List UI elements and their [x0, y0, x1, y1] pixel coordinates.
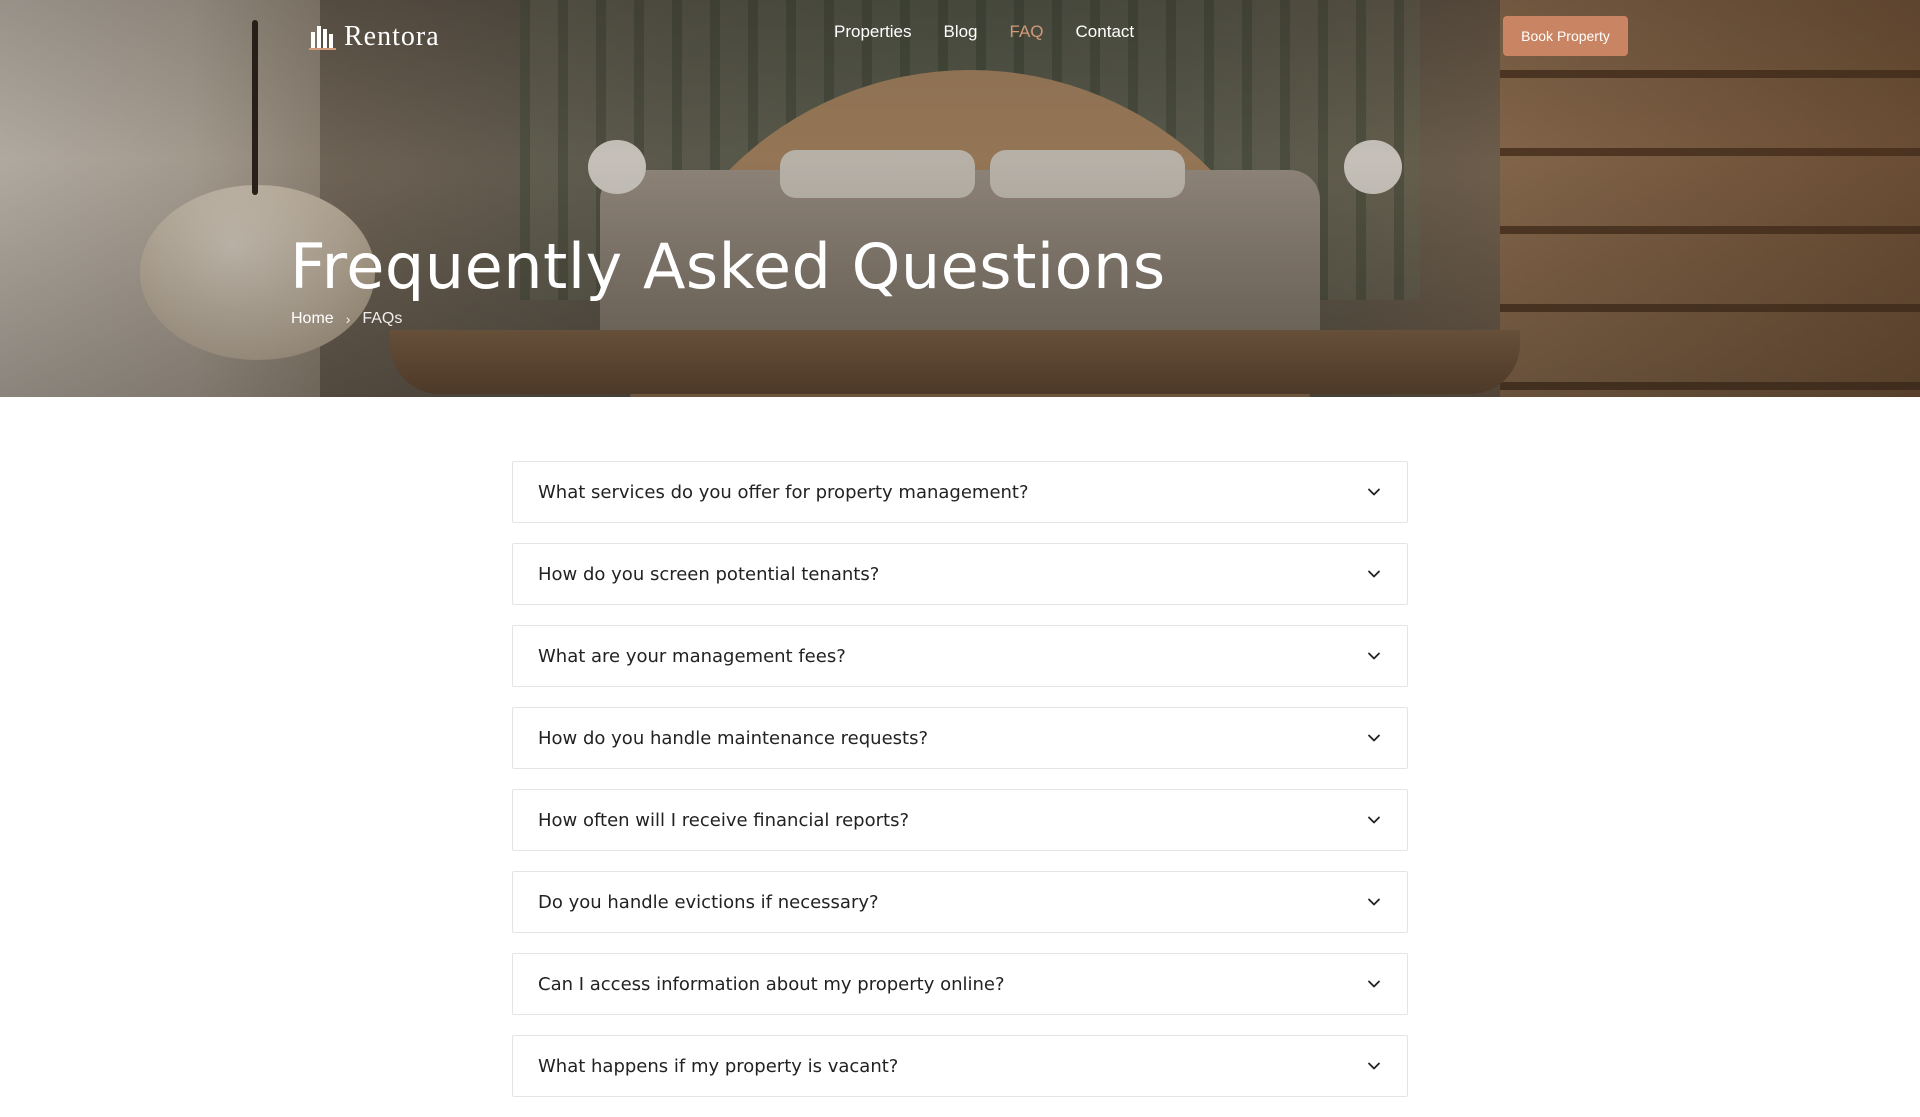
chevron-down-icon[interactable]: [1366, 730, 1382, 746]
nav-links: Properties Blog FAQ Contact: [834, 22, 1134, 42]
faq-item[interactable]: What services do you offer for property …: [512, 461, 1408, 523]
nav-link-contact[interactable]: Contact: [1076, 22, 1135, 42]
page-title: Frequently Asked Questions: [290, 230, 1166, 303]
chevron-down-icon[interactable]: [1366, 1058, 1382, 1074]
breadcrumb-separator-icon: ›: [345, 311, 351, 327]
faq-question: What are your management fees?: [538, 645, 846, 667]
buildings-logo-icon: [308, 22, 338, 52]
faq-question: What services do you offer for property …: [538, 481, 1029, 503]
faq-item[interactable]: How do you screen potential tenants?: [512, 543, 1408, 605]
nav-link-blog[interactable]: Blog: [943, 22, 977, 42]
faq-item[interactable]: What happens if my property is vacant?: [512, 1035, 1408, 1097]
chevron-down-icon[interactable]: [1366, 648, 1382, 664]
chevron-down-icon[interactable]: [1366, 976, 1382, 992]
faq-question: How do you handle maintenance requests?: [538, 727, 929, 749]
chevron-down-icon[interactable]: [1366, 894, 1382, 910]
faq-question: How do you screen potential tenants?: [538, 563, 880, 585]
faq-item[interactable]: How often will I receive financial repor…: [512, 789, 1408, 851]
nav-link-properties[interactable]: Properties: [834, 22, 911, 42]
faq-question: Can I access information about my proper…: [538, 973, 1005, 995]
chevron-down-icon[interactable]: [1366, 812, 1382, 828]
nav-link-faq[interactable]: FAQ: [1010, 22, 1044, 42]
faq-accordion: What services do you offer for property …: [512, 461, 1408, 1117]
faq-item[interactable]: Can I access information about my proper…: [512, 953, 1408, 1015]
breadcrumb: Home › FAQs: [291, 310, 402, 328]
faq-question: How often will I receive financial repor…: [538, 809, 910, 831]
book-property-button[interactable]: Book Property: [1503, 16, 1628, 56]
faq-item[interactable]: How do you handle maintenance requests?: [512, 707, 1408, 769]
site-logo[interactable]: Rentora: [308, 20, 440, 54]
breadcrumb-home-link[interactable]: Home: [291, 310, 334, 328]
hero-banner: Rentora Properties Blog FAQ Contact Book…: [0, 0, 1920, 397]
top-navigation: Rentora Properties Blog FAQ Contact Book…: [0, 0, 1920, 70]
faq-question: What happens if my property is vacant?: [538, 1055, 899, 1077]
faq-question: Do you handle evictions if necessary?: [538, 891, 879, 913]
chevron-down-icon[interactable]: [1366, 484, 1382, 500]
faq-item[interactable]: Do you handle evictions if necessary?: [512, 871, 1408, 933]
faq-item[interactable]: What are your management fees?: [512, 625, 1408, 687]
brand-name: Rentora: [344, 21, 440, 52]
chevron-down-icon[interactable]: [1366, 566, 1382, 582]
breadcrumb-current: FAQs: [362, 310, 403, 327]
